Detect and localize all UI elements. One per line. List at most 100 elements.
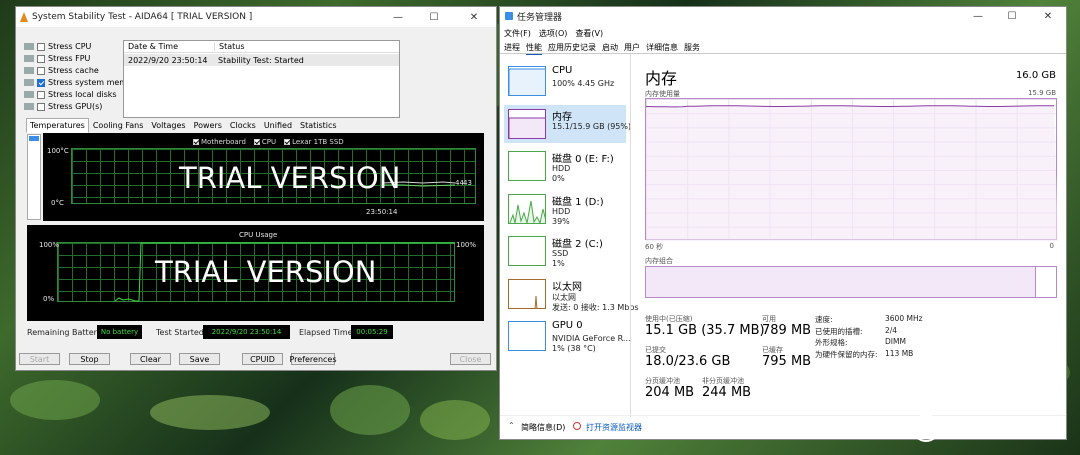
stress-option[interactable]: Stress local disks bbox=[24, 90, 117, 99]
stress-label: Stress GPU(s) bbox=[48, 102, 103, 111]
perf-item-detail: 15.1/15.9 GB (95%) bbox=[552, 121, 632, 131]
preferences-button[interactable]: Preferences bbox=[289, 353, 337, 365]
nonpaged-value: 244 MB bbox=[702, 385, 752, 400]
temperature-graph: Motherboard CPU Lexar 1TB SSD 100°C 0°C … bbox=[43, 133, 484, 221]
log-header: Date & Time Status bbox=[124, 41, 399, 53]
perf-item[interactable]: 磁盘 0 (E: F:) HDD 0% bbox=[504, 147, 626, 185]
chevron-up-icon[interactable]: ⌃ bbox=[508, 421, 515, 430]
tab-voltages[interactable]: Voltages bbox=[147, 118, 189, 133]
usage-max: 15.9 GB bbox=[1027, 89, 1056, 97]
log-col-status[interactable]: Status bbox=[214, 42, 245, 51]
tab-clocks[interactable]: Clocks bbox=[226, 118, 260, 133]
maximize-icon[interactable]: ☐ bbox=[420, 7, 448, 27]
memory-in-use-segment bbox=[646, 267, 1036, 297]
perf-item-name: 以太网 bbox=[552, 281, 582, 293]
aida-app-icon bbox=[20, 12, 28, 22]
clear-button[interactable]: Clear bbox=[130, 353, 171, 365]
stress-checkbox[interactable] bbox=[37, 78, 45, 87]
test-started-value: 2022/9/20 23:50:14 bbox=[203, 325, 290, 339]
tab-unified[interactable]: Unified bbox=[260, 118, 296, 133]
in-use-value: 15.1 GB (35.7 MB) bbox=[645, 323, 765, 338]
tab-powers[interactable]: Powers bbox=[190, 118, 226, 133]
perf-item-name: CPU bbox=[552, 65, 573, 76]
temp-scrollbar[interactable] bbox=[27, 134, 41, 220]
axis-left: 60 秒 bbox=[645, 243, 664, 251]
prop-key: 速度: bbox=[815, 315, 833, 324]
prop-key: 外形规格: bbox=[815, 338, 848, 347]
perf-item[interactable]: 磁盘 2 (C:) SSD 1% bbox=[504, 232, 626, 270]
perf-item[interactable]: CPU 100% 4.45 GHz bbox=[504, 62, 626, 100]
tm-menu-item[interactable]: 文件(F) bbox=[504, 28, 531, 39]
memory-usage-trace bbox=[646, 105, 1058, 241]
perf-thumbnail bbox=[508, 193, 546, 224]
cpu-usage-graph: CPU Usage 100% 0% 100% TRIAL VERSION bbox=[27, 225, 484, 321]
tab-statistics[interactable]: Statistics bbox=[296, 118, 341, 133]
tm-app-icon bbox=[505, 12, 513, 20]
prop-value: 2/4 bbox=[885, 325, 898, 335]
perf-item-detail: 发送: 0 接收: 1.3 Mbps bbox=[552, 302, 639, 312]
memory-composition-bar bbox=[645, 266, 1057, 298]
aida-titlebar: System Stability Test - AIDA64 [ TRIAL V… bbox=[16, 7, 496, 27]
trial-watermark-cpu: TRIAL VERSION bbox=[155, 255, 377, 289]
stress-checkbox[interactable] bbox=[37, 66, 45, 75]
memory-usage-area bbox=[646, 105, 1058, 241]
table-row[interactable]: 2022/9/20 23:50:14 Stability Test: Start… bbox=[124, 54, 399, 66]
tm-menu-item[interactable]: 查看(V) bbox=[575, 28, 603, 39]
perf-item-name: 磁盘 1 (D:) bbox=[552, 196, 604, 208]
stress-option[interactable]: Stress GPU(s) bbox=[24, 102, 102, 111]
perf-item-detail: NVIDIA GeForce R... bbox=[552, 334, 631, 343]
stress-option[interactable]: Stress CPU bbox=[24, 42, 91, 51]
stress-label: Stress cache bbox=[48, 66, 99, 75]
close-button[interactable]: Close bbox=[450, 353, 491, 365]
open-resource-monitor-link[interactable]: 打开资源监视器 bbox=[586, 422, 642, 433]
battery-label: Remaining Battery: bbox=[27, 328, 104, 337]
memory-usage-graph bbox=[645, 98, 1058, 241]
sidebar-divider bbox=[630, 54, 631, 417]
stress-option[interactable]: Stress cache bbox=[24, 66, 99, 75]
tm-maximize-icon[interactable]: ☐ bbox=[998, 7, 1026, 25]
save-button[interactable]: Save bbox=[179, 353, 220, 365]
aida-tabs: Temperatures Cooling Fans Voltages Powers Cl… bbox=[26, 118, 341, 133]
device-icon bbox=[24, 79, 34, 86]
stress-checkbox[interactable] bbox=[37, 102, 45, 111]
memory-total: 16.0 GB bbox=[1015, 70, 1056, 81]
perf-item[interactable]: GPU 0 NVIDIA GeForce R... 1% (38 °C) bbox=[504, 317, 631, 355]
perf-item[interactable]: 内存 15.1/15.9 GB (95%) bbox=[504, 104, 631, 143]
tab-cooling-fans[interactable]: Cooling Fans bbox=[89, 118, 148, 133]
perf-item-detail: 1% (38 °C) bbox=[552, 344, 596, 353]
axis-right: 0 bbox=[1049, 242, 1054, 250]
stress-checkbox[interactable] bbox=[37, 54, 45, 63]
perf-item-detail: 0% bbox=[552, 174, 565, 183]
stress-option[interactable]: Stress FPU bbox=[24, 54, 90, 63]
stop-button[interactable]: Stop bbox=[69, 353, 110, 365]
perf-item[interactable]: 磁盘 1 (D:) HDD 39% bbox=[504, 190, 626, 228]
perf-item-detail: HDD bbox=[552, 206, 571, 216]
device-icon bbox=[24, 91, 34, 98]
log-date: 2022/9/20 23:50:14 bbox=[128, 55, 208, 65]
cpuid-button[interactable]: CPUID bbox=[242, 353, 283, 365]
prop-key: 为硬件保留的内存: bbox=[815, 349, 878, 359]
cached-value: 795 MB bbox=[762, 354, 812, 369]
stress-label: Stress local disks bbox=[48, 90, 117, 99]
aida-window-title: System Stability Test - AIDA64 [ TRIAL V… bbox=[32, 12, 253, 22]
tab-temperatures[interactable]: Temperatures bbox=[26, 118, 89, 133]
committed-value: 18.0/23.6 GB bbox=[645, 354, 731, 369]
log-table: Date & Time Status 2022/9/20 23:50:14 St… bbox=[123, 40, 400, 118]
memory-heading: 内存 bbox=[645, 69, 678, 88]
start-button[interactable]: Start bbox=[19, 353, 60, 365]
device-icon bbox=[24, 55, 34, 62]
fewer-details-link[interactable]: 简略信息(D) bbox=[521, 422, 565, 433]
tm-close-icon[interactable]: ✕ bbox=[1034, 7, 1062, 25]
stress-checkbox[interactable] bbox=[37, 42, 45, 51]
perf-item-name: 磁盘 2 (C:) bbox=[552, 239, 603, 250]
perf-item[interactable]: 以太网 以太网 发送: 0 接收: 1.3 Mbps bbox=[504, 275, 639, 313]
tm-minimize-icon[interactable]: — bbox=[964, 7, 992, 25]
prop-key: 已使用的插槽: bbox=[815, 326, 863, 336]
tm-menu-item[interactable]: 选项(O) bbox=[539, 28, 568, 39]
minimize-icon[interactable]: — bbox=[384, 7, 412, 27]
tm-titlebar: 任务管理器 — ☐ ✕ bbox=[500, 7, 1066, 25]
log-col-date[interactable]: Date & Time bbox=[124, 42, 214, 51]
stress-checkbox[interactable] bbox=[37, 90, 45, 99]
close-icon[interactable]: ✕ bbox=[460, 7, 488, 27]
perf-item-name: 内存 bbox=[552, 111, 572, 123]
